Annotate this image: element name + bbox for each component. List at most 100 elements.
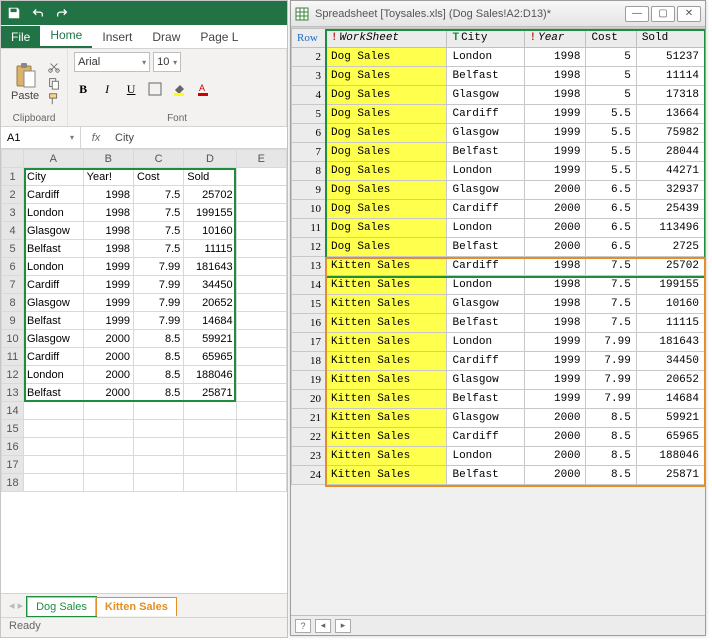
cell[interactable] — [236, 420, 286, 438]
cell[interactable] — [236, 330, 286, 348]
cell[interactable] — [236, 240, 286, 258]
format-painter-icon[interactable] — [47, 92, 61, 106]
cell[interactable]: 8.5 — [133, 384, 183, 402]
help-button[interactable]: ? — [295, 619, 311, 633]
cell[interactable] — [236, 474, 286, 492]
table-row[interactable]: 15Kitten SalesGlasgow19987.510160 — [292, 295, 705, 314]
cell[interactable]: Belfast — [24, 312, 84, 330]
row-header[interactable]: 18 — [2, 474, 24, 492]
maximize-button[interactable]: ▢ — [651, 6, 675, 22]
cell[interactable]: Belfast — [24, 240, 84, 258]
cell[interactable]: London — [24, 366, 84, 384]
cell[interactable] — [24, 474, 84, 492]
cell[interactable]: 8.5 — [133, 366, 183, 384]
table-row[interactable]: 24Kitten SalesBelfast20008.525871 — [292, 466, 705, 485]
row-header[interactable]: 8 — [2, 294, 24, 312]
cell[interactable] — [184, 402, 236, 420]
cell[interactable] — [133, 420, 183, 438]
table-row[interactable]: 4Dog SalesGlasgow1998517318 — [292, 86, 705, 105]
row-header[interactable]: 10 — [2, 330, 24, 348]
bold-button[interactable]: B — [74, 80, 92, 98]
table-row[interactable]: 11Dog SalesLondon20006.5113496 — [292, 219, 705, 238]
fill-color-button[interactable] — [170, 80, 188, 98]
column-header[interactable]: E — [236, 150, 286, 168]
table-row[interactable]: 3Dog SalesBelfast1998511114 — [292, 67, 705, 86]
col-sold[interactable]: Sold — [636, 29, 704, 48]
tab-home[interactable]: Home — [40, 24, 92, 48]
cell[interactable]: 7.99 — [133, 276, 183, 294]
cell[interactable] — [236, 348, 286, 366]
row-header[interactable]: 13 — [2, 384, 24, 402]
cell[interactable] — [24, 456, 84, 474]
cell[interactable] — [236, 366, 286, 384]
cell[interactable] — [236, 384, 286, 402]
cell[interactable]: 7.99 — [133, 258, 183, 276]
cell[interactable]: 1999 — [83, 258, 133, 276]
table-row[interactable]: 7Dog SalesBelfast19995.528044 — [292, 143, 705, 162]
cell[interactable]: 8.5 — [133, 348, 183, 366]
cell[interactable] — [133, 474, 183, 492]
redo-icon[interactable] — [55, 6, 69, 20]
copy-icon[interactable] — [47, 76, 61, 90]
table-row[interactable]: 8Dog SalesLondon19995.544271 — [292, 162, 705, 181]
table-row[interactable]: 22Kitten SalesCardiff20008.565965 — [292, 428, 705, 447]
row-header[interactable]: 6 — [2, 258, 24, 276]
cell[interactable] — [236, 168, 286, 186]
table-row[interactable]: 23Kitten SalesLondon20008.5188046 — [292, 447, 705, 466]
cell[interactable] — [133, 438, 183, 456]
cell[interactable] — [236, 456, 286, 474]
cell[interactable] — [184, 474, 236, 492]
cut-icon[interactable] — [47, 60, 61, 74]
tab-file[interactable]: File — [1, 26, 40, 48]
cell[interactable]: 59921 — [184, 330, 236, 348]
table-row[interactable]: 9Dog SalesGlasgow20006.532937 — [292, 181, 705, 200]
sheet-tab-kitten-sales[interactable]: Kitten Sales — [96, 597, 177, 616]
col-row[interactable]: Row — [292, 29, 326, 48]
cell[interactable] — [24, 438, 84, 456]
row-header[interactable]: 17 — [2, 456, 24, 474]
cell[interactable]: 2000 — [83, 348, 133, 366]
paste-button[interactable]: Paste — [7, 60, 43, 104]
table-row[interactable]: 20Kitten SalesBelfast19997.9914684 — [292, 390, 705, 409]
cell[interactable]: 1999 — [83, 312, 133, 330]
formula-input[interactable]: City — [111, 132, 287, 144]
row-header[interactable]: 14 — [2, 402, 24, 420]
table-row[interactable]: 14Kitten SalesLondon19987.5199155 — [292, 276, 705, 295]
cell[interactable] — [236, 258, 286, 276]
cell[interactable]: Belfast — [24, 384, 84, 402]
cell[interactable]: 2000 — [83, 366, 133, 384]
cell[interactable] — [236, 312, 286, 330]
column-header[interactable]: A — [24, 150, 84, 168]
cell[interactable]: Glasgow — [24, 330, 84, 348]
cell[interactable] — [133, 456, 183, 474]
cell[interactable]: Glasgow — [24, 222, 84, 240]
table-row[interactable]: 6Dog SalesGlasgow19995.575982 — [292, 124, 705, 143]
row-header[interactable]: 3 — [2, 204, 24, 222]
column-header[interactable]: B — [83, 150, 133, 168]
cell[interactable]: 188046 — [184, 366, 236, 384]
cell[interactable]: 7.99 — [133, 312, 183, 330]
cell[interactable]: 1998 — [83, 186, 133, 204]
save-icon[interactable] — [7, 6, 21, 20]
table-row[interactable]: 17Kitten SalesLondon19997.99181643 — [292, 333, 705, 352]
italic-button[interactable]: I — [98, 80, 116, 98]
cell[interactable]: 7.5 — [133, 240, 183, 258]
cell[interactable] — [24, 402, 84, 420]
minimize-button[interactable]: — — [625, 6, 649, 22]
cell[interactable] — [236, 276, 286, 294]
cell[interactable]: 1999 — [83, 276, 133, 294]
cell[interactable]: 25871 — [184, 384, 236, 402]
row-header[interactable]: 7 — [2, 276, 24, 294]
col-city[interactable]: TCity — [447, 29, 524, 48]
table-row[interactable]: 16Kitten SalesBelfast19987.511115 — [292, 314, 705, 333]
cell[interactable] — [83, 420, 133, 438]
cell[interactable] — [236, 402, 286, 420]
borders-button[interactable] — [146, 80, 164, 98]
row-header[interactable]: 4 — [2, 222, 24, 240]
row-header[interactable]: 11 — [2, 348, 24, 366]
cell[interactable]: 1999 — [83, 294, 133, 312]
table-row[interactable]: 12Dog SalesBelfast20006.52725 — [292, 238, 705, 257]
sheet-tab-dog-sales[interactable]: Dog Sales — [27, 597, 96, 616]
table-row[interactable]: 10Dog SalesCardiff20006.525439 — [292, 200, 705, 219]
table-row[interactable]: 13Kitten SalesCardiff19987.525702 — [292, 257, 705, 276]
